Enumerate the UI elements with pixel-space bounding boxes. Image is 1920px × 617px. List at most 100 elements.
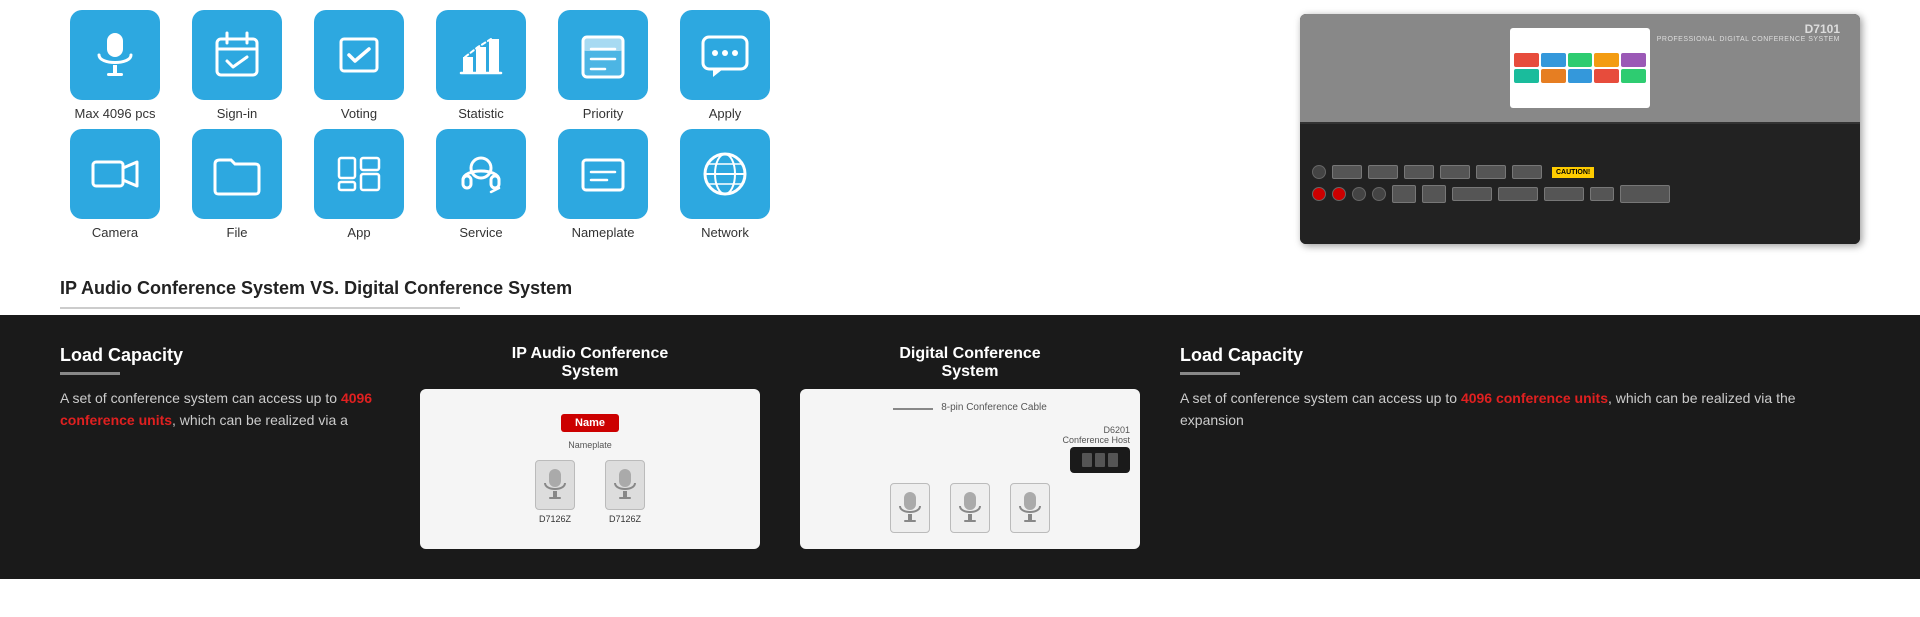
load-capacity-left-underline — [60, 372, 120, 375]
product-screen — [1510, 28, 1650, 108]
apply-label: Apply — [709, 106, 742, 121]
port-row-1: CAUTION! — [1312, 165, 1848, 179]
service-icon-box — [436, 129, 526, 219]
feature-statistic: Statistic — [426, 10, 536, 121]
host-area: D6201 Conference Host — [810, 425, 1130, 473]
feature-file: File — [182, 129, 292, 240]
voting-icon — [333, 29, 385, 81]
camera-icon — [89, 148, 141, 200]
host-ports — [1082, 453, 1118, 467]
calendar-check-icon — [211, 29, 263, 81]
port-hdmi-6 — [1512, 165, 1542, 179]
feature-camera: Camera — [60, 129, 170, 240]
file-label: File — [227, 225, 248, 240]
cable-line — [893, 408, 933, 410]
port-rca-4 — [1372, 187, 1386, 201]
feature-apply: Apply — [670, 10, 780, 121]
cable-row: 8-pin Conference Cable — [893, 402, 1047, 417]
port-hdmi-4 — [1440, 165, 1470, 179]
product-model-label: D7101 PROFESSIONAL DIGITAL CONFERENCE SY… — [1657, 22, 1840, 43]
port-rca-1 — [1312, 187, 1326, 201]
camera-label: Camera — [92, 225, 138, 240]
port-hdmi-1 — [1332, 165, 1362, 179]
port-hdmi-3 — [1404, 165, 1434, 179]
digital-mic-3 — [1010, 483, 1050, 537]
port-rca-2 — [1332, 187, 1346, 201]
feature-priority: Priority — [548, 10, 658, 121]
app-icon-box — [314, 129, 404, 219]
port-hdmi-2 — [1368, 165, 1398, 179]
voting-label: Voting — [341, 106, 377, 121]
product-rear-panel: CAUTION! — [1300, 124, 1860, 244]
microphone-icon — [89, 29, 141, 81]
feature-network: Network — [670, 129, 780, 240]
port-rca-3 — [1352, 187, 1366, 201]
sign-in-label: Sign-in — [217, 106, 257, 121]
load-text-after: , which can be realized via a — [172, 412, 348, 428]
right-highlight: 4096 conference units — [1461, 390, 1608, 406]
title-underline — [60, 307, 460, 309]
nameplate-label: Nameplate — [572, 225, 635, 240]
port-hdmi-5 — [1476, 165, 1506, 179]
product-image-area: D7101 PROFESSIONAL DIGITAL CONFERENCE SY… — [1260, 10, 1860, 248]
load-capacity-right-title: Load Capacity — [1180, 345, 1860, 366]
port-row-2 — [1312, 185, 1848, 203]
host-port-2 — [1095, 453, 1105, 467]
max-4096-label: Max 4096 pcs — [75, 106, 156, 121]
right-text-before: A set of conference system can access up… — [1180, 390, 1461, 406]
conference-mic-2-icon — [611, 467, 639, 503]
nameplate-label-small: Nameplate — [568, 440, 612, 450]
headset-icon — [455, 148, 507, 200]
load-capacity-left-text: A set of conference system can access up… — [60, 387, 380, 432]
statistic-label: Statistic — [458, 106, 504, 121]
apply-icon-box — [680, 10, 770, 100]
feature-row-2: Camera File — [60, 129, 880, 240]
digital-conference-mic-1-icon — [896, 490, 924, 526]
voting-icon-box — [314, 10, 404, 100]
feature-sign-in: Sign-in — [182, 10, 292, 121]
file-icon-box — [192, 129, 282, 219]
ip-audio-diagram: IP Audio Conference System Name Nameplat… — [420, 345, 760, 549]
digital-mics-row — [890, 483, 1050, 537]
sign-in-icon-box — [192, 10, 282, 100]
globe-icon — [699, 148, 751, 200]
mic-device-1 — [535, 460, 575, 510]
feature-service: Service — [426, 129, 536, 240]
port-xlr-2 — [1422, 185, 1446, 203]
top-section: Max 4096 pcs Sign-in — [0, 0, 1920, 268]
priority-icon — [577, 29, 629, 81]
network-icon-box — [680, 129, 770, 219]
digital-mic-2 — [950, 483, 990, 537]
priority-label: Priority — [583, 106, 623, 121]
caution-label: CAUTION! — [1552, 167, 1594, 178]
service-label: Service — [459, 225, 502, 240]
camera-icon-box — [70, 129, 160, 219]
feature-max-4096: Max 4096 pcs — [60, 10, 170, 121]
feature-row-1: Max 4096 pcs Sign-in — [60, 10, 880, 121]
conference-host-box — [1070, 447, 1130, 473]
device-2: D7126Z — [605, 460, 645, 524]
port-ethernet-3 — [1544, 187, 1584, 201]
digital-mic-1-icon — [890, 483, 930, 533]
app-label: App — [347, 225, 370, 240]
max-4096-icon-box — [70, 10, 160, 100]
load-text-before: A set of conference system can access up… — [60, 390, 341, 406]
bar-chart-icon — [455, 29, 507, 81]
comparison-title-area: IP Audio Conference System VS. Digital C… — [0, 268, 1920, 315]
mic-device-2 — [605, 460, 645, 510]
digital-mic-2-icon — [950, 483, 990, 533]
app-icon — [333, 148, 385, 200]
host-model-label: D6201 Conference Host — [1062, 425, 1130, 445]
product-device-image: D7101 PROFESSIONAL DIGITAL CONFERENCE SY… — [1300, 14, 1860, 244]
digital-mic-3-icon — [1010, 483, 1050, 533]
ip-audio-title: IP Audio Conference System — [512, 345, 668, 381]
digital-title: Digital Conference System — [899, 345, 1040, 381]
device-1: D7126Z — [535, 460, 575, 524]
comparison-title: IP Audio Conference System VS. Digital C… — [60, 278, 1860, 299]
load-capacity-right-underline — [1180, 372, 1240, 375]
features-grid: Max 4096 pcs Sign-in — [60, 10, 880, 248]
load-capacity-right: Load Capacity A set of conference system… — [1180, 345, 1860, 549]
statistic-icon-box — [436, 10, 526, 100]
load-capacity-left-title: Load Capacity — [60, 345, 380, 366]
diagram-devices: D7126Z D7126Z — [535, 460, 645, 524]
